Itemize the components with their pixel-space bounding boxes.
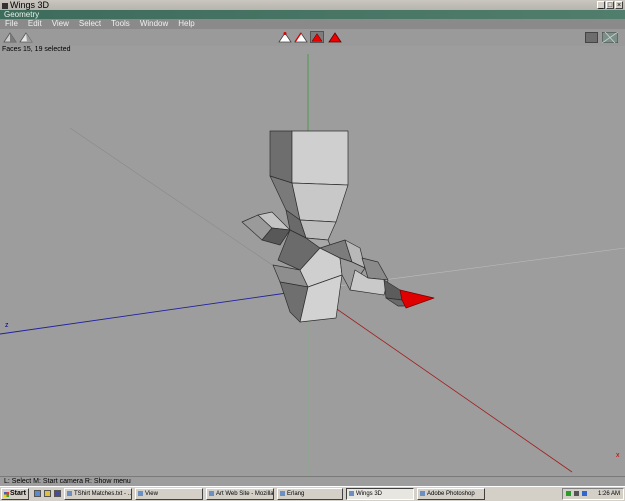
bird-model[interactable] bbox=[241, 130, 435, 323]
taskbar-item-photoshop[interactable]: Adobe Photoshop bbox=[417, 488, 485, 500]
close-button[interactable]: × bbox=[615, 1, 623, 9]
menu-tools[interactable]: Tools bbox=[106, 19, 135, 29]
taskbar-item-wings-3d[interactable]: Wings 3D bbox=[346, 488, 414, 500]
menu-select[interactable]: Select bbox=[74, 19, 106, 29]
window-title-bar: Wings 3D _ □ × bbox=[0, 0, 625, 10]
window-controls: _ □ × bbox=[597, 1, 623, 9]
menu-help[interactable]: Help bbox=[173, 19, 199, 29]
selection-info: Faces 15, 19 selected bbox=[0, 46, 625, 54]
menu-view[interactable]: View bbox=[47, 19, 74, 29]
taskbar-item-view[interactable]: View bbox=[135, 488, 203, 500]
ortho-view-icon[interactable] bbox=[585, 32, 598, 43]
volume-icon[interactable] bbox=[574, 491, 579, 496]
start-button[interactable]: Start bbox=[1, 488, 29, 500]
system-tray: 1:26 AM bbox=[562, 488, 624, 500]
quicklaunch-app-icon[interactable] bbox=[54, 490, 61, 497]
viewport-close-marker[interactable]: x bbox=[616, 452, 620, 459]
menu-window[interactable]: Window bbox=[135, 19, 173, 29]
wireframe-toggle-icon[interactable] bbox=[19, 31, 33, 43]
minimize-button[interactable]: _ bbox=[597, 1, 605, 9]
taskbar-item-erlang[interactable]: Erlang bbox=[277, 488, 343, 500]
quicklaunch-explorer-icon[interactable] bbox=[44, 490, 51, 497]
z-axis-line bbox=[0, 289, 309, 335]
vertex-select-mode-icon[interactable] bbox=[278, 31, 292, 43]
face-select-mode-icon[interactable] bbox=[310, 31, 324, 43]
3d-viewport[interactable]: z x bbox=[0, 54, 625, 476]
toolbar bbox=[0, 29, 625, 47]
smooth-shading-icon[interactable] bbox=[3, 31, 17, 43]
edge-select-mode-icon[interactable] bbox=[294, 31, 308, 43]
menu-bar: File Edit View Select Tools Window Help bbox=[0, 19, 625, 29]
taskbar-item-tshirt-matches[interactable]: TShirt Matches.txt - ... bbox=[64, 488, 132, 500]
menu-edit[interactable]: Edit bbox=[23, 19, 47, 29]
perspective-view-icon[interactable] bbox=[602, 32, 618, 43]
quicklaunch-desktop-icon[interactable] bbox=[34, 490, 41, 497]
maximize-button[interactable]: □ bbox=[606, 1, 614, 9]
clock: 1:26 AM bbox=[597, 491, 620, 497]
windows-taskbar: Start TShirt Matches.txt - ... View Art … bbox=[0, 486, 625, 501]
object-select-mode-icon[interactable] bbox=[328, 31, 342, 43]
wings-app-icon bbox=[2, 2, 8, 9]
selected-faces bbox=[399, 289, 435, 309]
taskbar-item-art-web-site[interactable]: Art Web Site - Mozilla bbox=[206, 488, 274, 500]
network-icon[interactable] bbox=[566, 491, 571, 496]
x-axis-line bbox=[317, 295, 573, 473]
mouse-help-bar: L: Select M: Start camera R: Show menu bbox=[0, 476, 625, 486]
menu-file[interactable]: File bbox=[0, 19, 23, 29]
tray-app-icon[interactable] bbox=[582, 491, 587, 496]
window-title: Wings 3D bbox=[10, 0, 50, 10]
z-axis-label: z bbox=[5, 322, 9, 329]
geometry-window-title: Geometry bbox=[0, 10, 625, 19]
